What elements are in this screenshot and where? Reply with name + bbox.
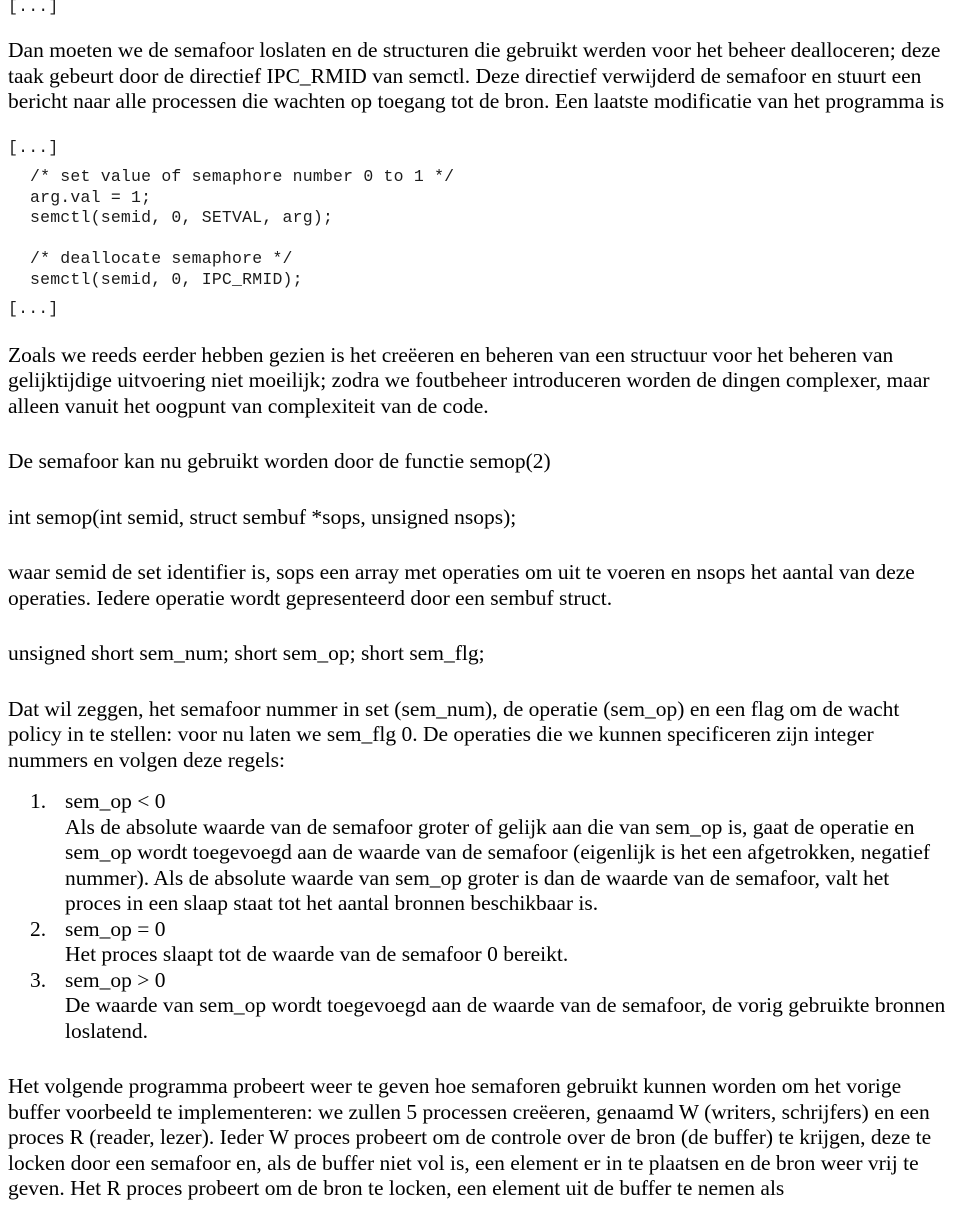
- code-block-semctl: /* set value of semaphore number 0 to 1 …: [30, 167, 455, 289]
- paragraph-semop-explain: waar semid de set identifier is, sops ee…: [8, 560, 915, 610]
- intro-paragraph: Dan moeten we de semafoor loslaten en de…: [8, 38, 945, 113]
- list-marker: 3.: [30, 967, 47, 992]
- rule-head: sem_op > 0: [65, 967, 166, 992]
- paragraph-sembuf-explain: Dat wil zeggen, het semafoor nummer in s…: [8, 696, 900, 772]
- rule-head: sem_op < 0: [65, 789, 166, 813]
- list-item: 1. sem_op < 0 Als de absolute waarde van…: [8, 789, 948, 917]
- rule-body: De waarde van sem_op wordt toegevoegd aa…: [65, 993, 946, 1043]
- struct-sembuf-fields: unsigned short sem_num; short sem_op; sh…: [8, 641, 485, 665]
- list-item: 2. sem_op = 0 Het proces slaapt tot de w…: [8, 917, 948, 968]
- paragraph-next-program: Het volgende programma probeert weer te …: [8, 1074, 932, 1200]
- list-item: 3. sem_op > 0 De waarde van sem_op wordt…: [8, 968, 948, 1045]
- list-marker: 1.: [30, 789, 47, 813]
- code-ellipsis-before: [...]: [8, 137, 59, 157]
- ellipsis-top: [...]: [8, 0, 59, 16]
- list-marker: 2.: [30, 916, 47, 941]
- code-ellipsis-after: [...]: [8, 299, 59, 318]
- rule-body: Het proces slaapt tot de waarde van de s…: [65, 942, 569, 966]
- signature-semop: int semop(int semid, struct sembuf *sops…: [8, 504, 517, 529]
- paragraph-complexity: Zoals we reeds eerder hebben gezien is h…: [8, 342, 930, 418]
- document-page: [...] Dan moeten we de semafoor loslaten…: [0, 0, 960, 1219]
- rule-body: Als de absolute waarde van de semafoor g…: [65, 814, 931, 916]
- rule-head: sem_op = 0: [65, 916, 166, 941]
- paragraph-semop-intro: De semafoor kan nu gebruikt worden door …: [8, 449, 551, 473]
- rules-list: 1. sem_op < 0 Als de absolute waarde van…: [8, 789, 948, 1044]
